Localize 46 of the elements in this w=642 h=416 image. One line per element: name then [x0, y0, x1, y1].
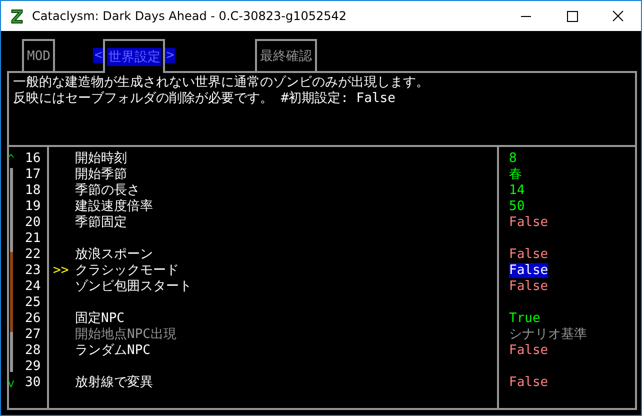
scroll-up-arrow[interactable]: ^: [7, 151, 15, 167]
option-label[interactable]: 季節固定: [75, 215, 127, 230]
option-value[interactable]: False: [509, 247, 548, 262]
description-text: 反映にはセーブフォルダの削除が必要です。 #初期設定: False: [13, 91, 396, 107]
line-number: 21: [24, 231, 41, 247]
line-number: 16: [24, 151, 41, 167]
option-label[interactable]: ランダムNPC: [75, 343, 150, 358]
option-label[interactable]: 季節の長さ: [75, 183, 140, 198]
line-number: 19: [24, 199, 41, 215]
line-number: 30: [24, 375, 41, 391]
tab[interactable]: 最終確認: [255, 39, 318, 71]
option-value[interactable]: False: [509, 279, 548, 294]
option-value[interactable]: 8: [509, 151, 517, 166]
option-value[interactable]: False: [509, 263, 548, 278]
option-value[interactable]: False: [509, 215, 548, 230]
tab[interactable]: MOD: [22, 39, 56, 71]
option-value[interactable]: 春: [509, 167, 522, 182]
option-label[interactable]: 固定NPC: [75, 311, 124, 326]
line-number: 17: [24, 167, 41, 183]
line-number: 29: [24, 359, 41, 375]
option-label[interactable]: クラシックモード: [75, 263, 179, 278]
line-number: 24: [24, 279, 41, 295]
line-number: 26: [24, 311, 41, 327]
line-number: 18: [24, 183, 41, 199]
option-label[interactable]: 放浪スポーン: [75, 247, 153, 262]
line-number: 28: [24, 343, 41, 359]
option-value[interactable]: False: [509, 343, 548, 358]
option-label[interactable]: 放射線で変異: [75, 375, 153, 390]
option-value[interactable]: False: [509, 375, 548, 390]
line-number: 20: [24, 215, 41, 231]
option-label[interactable]: ゾンビ包囲スタート: [75, 279, 192, 294]
app-icon: [10, 8, 24, 24]
window-title: Cataclysm: Dark Days Ahead - 0.C-30823-g1052542: [32, 9, 348, 23]
scrollbar-thumb[interactable]: [10, 252, 12, 332]
option-label[interactable]: 開始季節: [75, 167, 127, 182]
line-number: 22: [24, 247, 41, 263]
line-number: 27: [24, 327, 41, 343]
line-number: 23: [24, 263, 41, 279]
selection-cursor: >>: [53, 263, 69, 278]
line-number: 25: [24, 295, 41, 311]
option-value[interactable]: 14: [509, 183, 525, 198]
option-label[interactable]: 建設速度倍率: [75, 199, 153, 214]
option-value[interactable]: 50: [509, 199, 525, 214]
option-label[interactable]: 開始時刻: [75, 151, 127, 166]
option-value[interactable]: True: [509, 311, 540, 326]
description-text: 一般的な建造物が生成されない世界に通常のゾンビのみが出現します。: [13, 75, 430, 91]
